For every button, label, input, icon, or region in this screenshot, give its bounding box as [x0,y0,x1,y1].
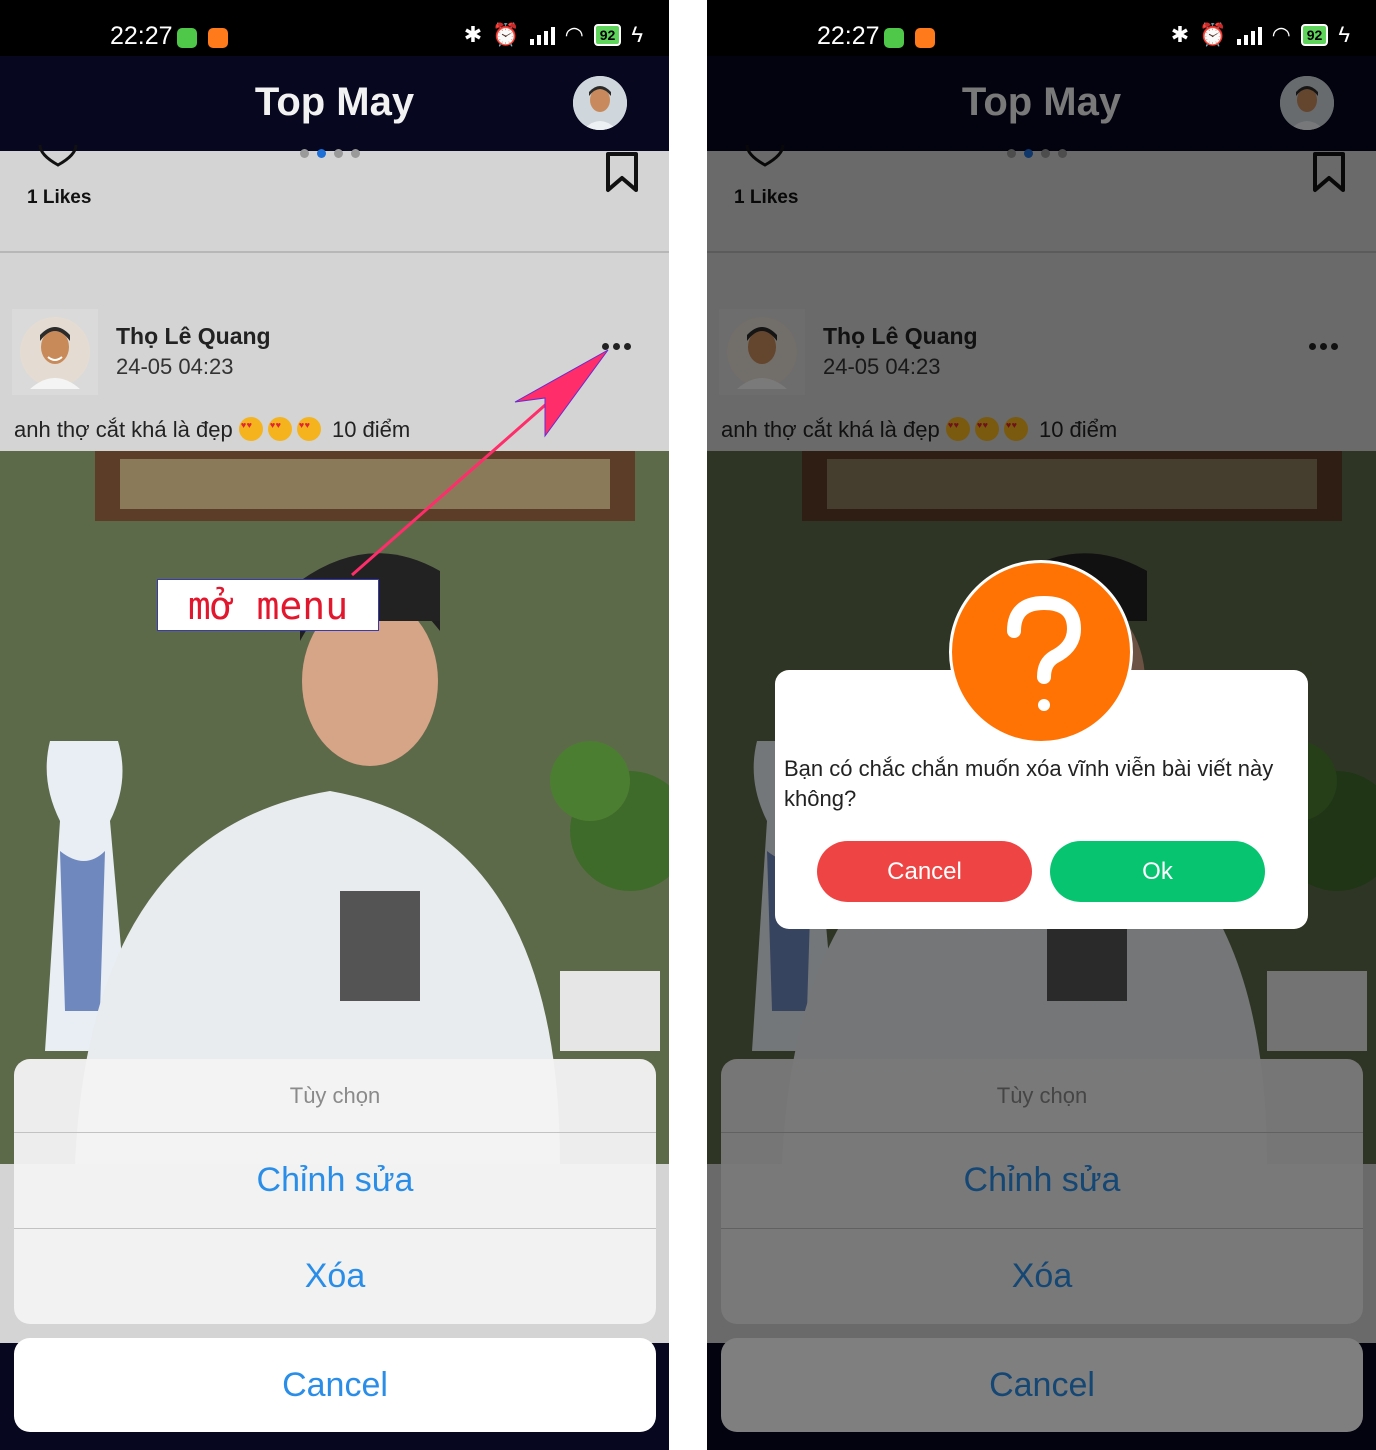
post-caption: anh thợ cắt khá là đẹp 10 điểm [14,417,410,443]
question-icon [949,560,1133,744]
author-avatar[interactable] [12,309,98,395]
status-icons: ✱ ⏰ ◠ 92 ϟ [464,22,643,48]
author-name[interactable]: Thọ Lê Quang [116,323,271,350]
action-sheet-title: Tùy chọn [289,1083,381,1108]
more-icon[interactable] [602,343,631,350]
alarm-icon: ⏰ [1199,22,1227,47]
charging-icon: ϟ [631,22,643,47]
edit-button[interactable]: Chỉnh sửa [14,1132,656,1228]
caption-score: 10 điểm [331,417,411,442]
heart-eyes-emoji [296,417,321,441]
action-sheet-cancel-button[interactable]: Cancel [14,1338,656,1432]
post-divider [0,251,669,253]
phone-screen-right: 22:27 ✱ ⏰ ◠ 92 ϟ Top May [707,0,1376,1450]
bookmark-icon[interactable] [605,151,639,193]
post-timestamp: 24-05 04:23 [116,354,234,379]
app-notification-icon [884,28,904,48]
app-header: Top May [0,56,669,151]
options-action-sheet: Tùy chọn Chỉnh sửa Xóa [14,1059,656,1324]
status-time: 22:27 [817,22,880,50]
app-notification-icon [177,28,197,48]
dialog-message: Bạn có chắc chắn muốn xóa vĩnh viễn bài … [784,756,1274,811]
wifi-icon: ◠ [1271,22,1291,47]
charging-icon: ϟ [1338,22,1350,47]
status-bar: 22:27 ✱ ⏰ ◠ 92 ϟ [707,0,1376,56]
signal-icon [1236,25,1262,45]
dialog-cancel-button[interactable]: Cancel [817,841,1032,902]
app-notification-icon [208,28,228,48]
battery-icon: 92 [593,24,622,46]
caption-text: anh thợ cắt khá là đẹp [14,417,233,442]
post-photo[interactable] [0,451,669,1164]
heart-eyes-emoji [267,417,292,441]
heart-icon[interactable] [38,145,78,169]
app-notification-icon [915,28,935,48]
heart-eyes-emoji [238,417,263,441]
phone-screen-left: 22:27 ✱ ⏰ ◠ 92 ϟ Top May 1 Likes Thọ Lê … [0,0,669,1450]
status-time: 22:27 [110,22,173,50]
delete-button[interactable]: Xóa [14,1228,656,1324]
annotation-label: mở menu [157,579,379,631]
alarm-icon: ⏰ [492,22,520,47]
bluetooth-icon: ✱ [1170,22,1190,47]
likes-count: 1 Likes [27,187,92,208]
battery-icon: 92 [1300,24,1329,46]
status-bar: 22:27 ✱ ⏰ ◠ 92 ϟ [0,0,669,56]
signal-icon [529,25,555,45]
bluetooth-icon: ✱ [463,22,483,47]
profile-avatar[interactable] [573,76,627,130]
dialog-ok-button[interactable]: Ok [1050,841,1265,902]
status-icons: ✱ ⏰ ◠ 92 ϟ [1171,22,1350,48]
carousel-indicator [300,149,360,158]
app-title: Top May [254,80,415,124]
wifi-icon: ◠ [564,22,584,47]
